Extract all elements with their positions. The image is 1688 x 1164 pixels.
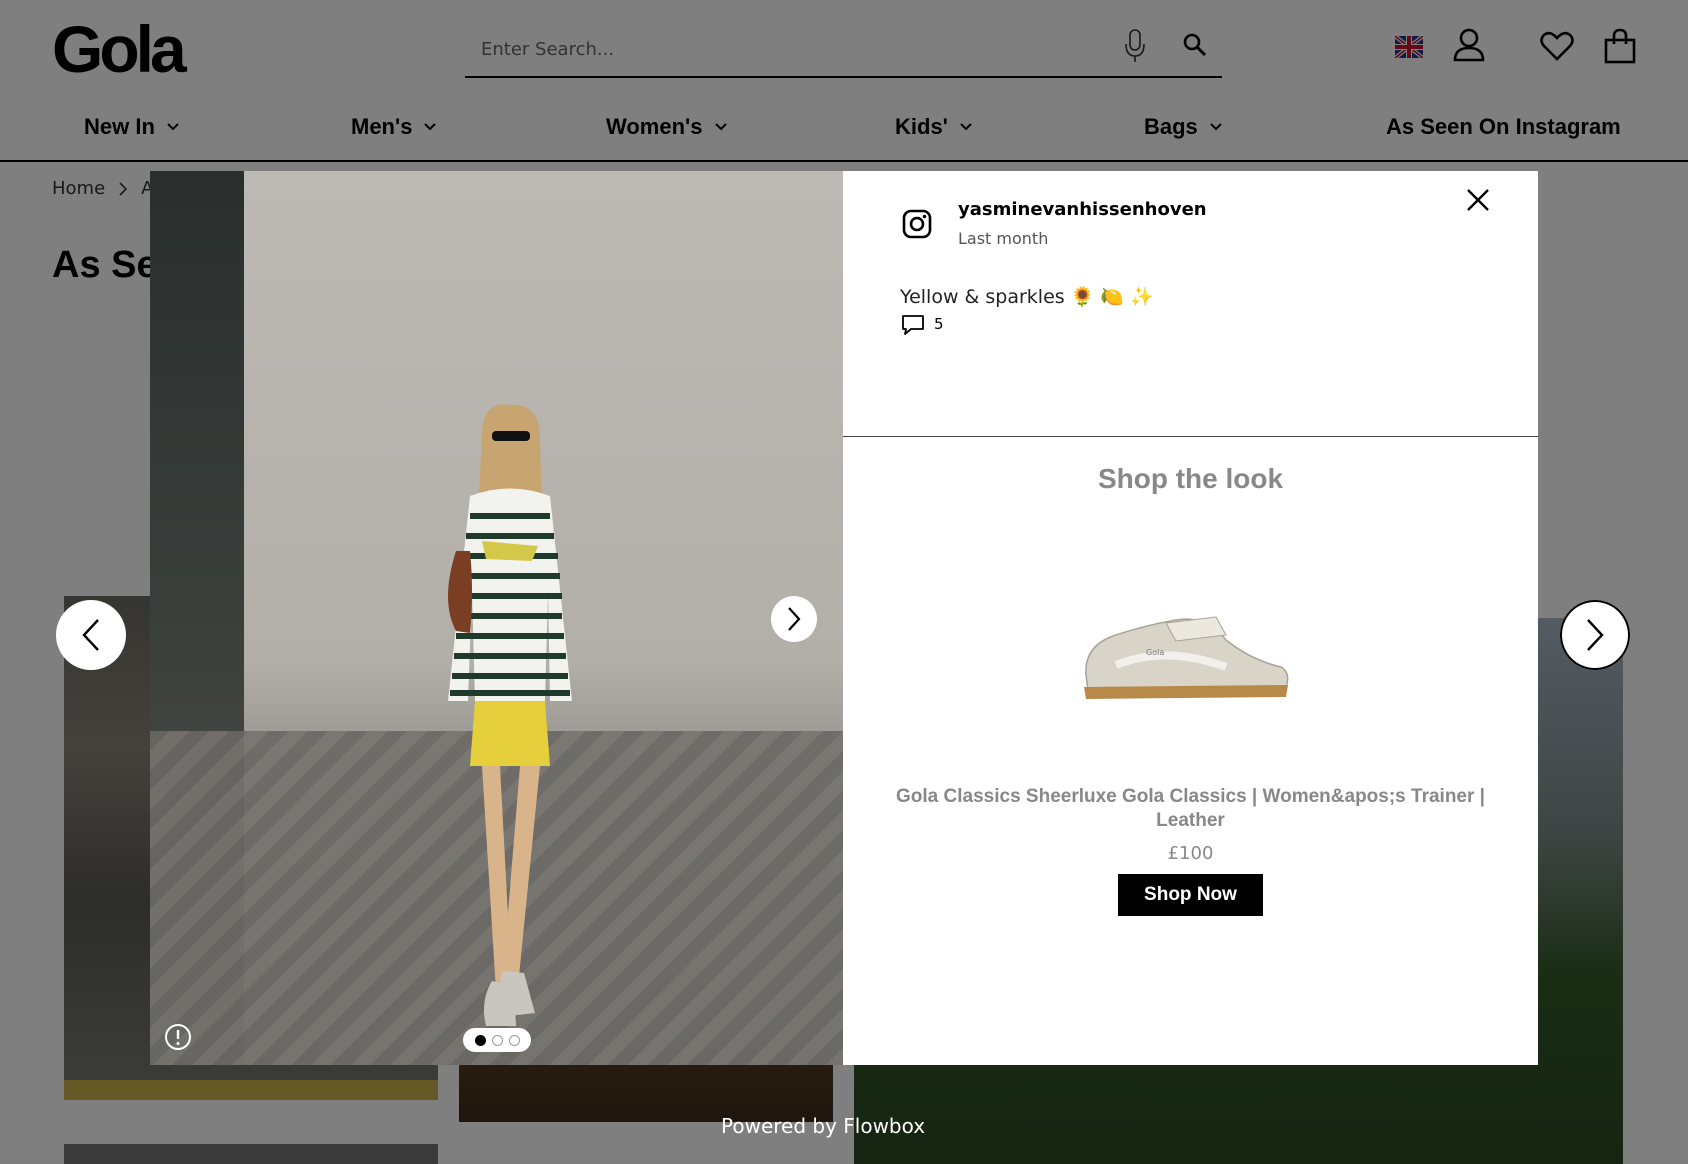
next-slide-button[interactable] [771, 596, 817, 642]
post-info: yasminevanhissenhoven Last month Yellow … [843, 171, 1538, 437]
carousel-dot-1[interactable] [474, 1034, 486, 1046]
chevron-right-icon [1587, 619, 1604, 651]
chevron-left-icon [82, 619, 99, 651]
post-photo [150, 171, 843, 1065]
shop-the-look: Shop the look Gola Gola Classics Sheerlu… [843, 437, 1538, 1065]
next-post-button[interactable] [1560, 600, 1630, 670]
carousel-dot-3[interactable] [508, 1034, 520, 1046]
carousel-dot-2[interactable] [491, 1034, 503, 1046]
instagram-icon[interactable] [901, 208, 933, 240]
powered-by-flowbox[interactable]: Powered by Flowbox [721, 1114, 925, 1138]
svg-text:Gola: Gola [1146, 648, 1164, 657]
product-image[interactable]: Gola [1076, 595, 1296, 705]
close-icon[interactable] [1465, 187, 1491, 213]
product-name[interactable]: Gola Classics Sheerluxe Gola Classics | … [893, 785, 1488, 833]
post-username[interactable]: yasminevanhissenhoven [958, 199, 1207, 220]
shop-now-button[interactable]: Shop Now [1118, 874, 1263, 916]
chevron-right-icon [788, 607, 801, 631]
carousel-dots [463, 1028, 531, 1052]
product-price: £100 [1167, 843, 1214, 864]
comment-count: 5 [934, 315, 944, 333]
comment-icon [902, 315, 924, 335]
shop-the-look-title: Shop the look [1097, 463, 1284, 494]
post-timestamp: Last month [958, 229, 1049, 248]
report-icon[interactable] [164, 1023, 192, 1051]
post-caption: Yellow & sparkles 🌻 🍋 ✨ [900, 286, 1154, 308]
photo-person [448, 404, 572, 1026]
previous-post-button[interactable] [56, 600, 126, 670]
post-modal: yasminevanhissenhoven Last month Yellow … [150, 171, 1538, 1065]
